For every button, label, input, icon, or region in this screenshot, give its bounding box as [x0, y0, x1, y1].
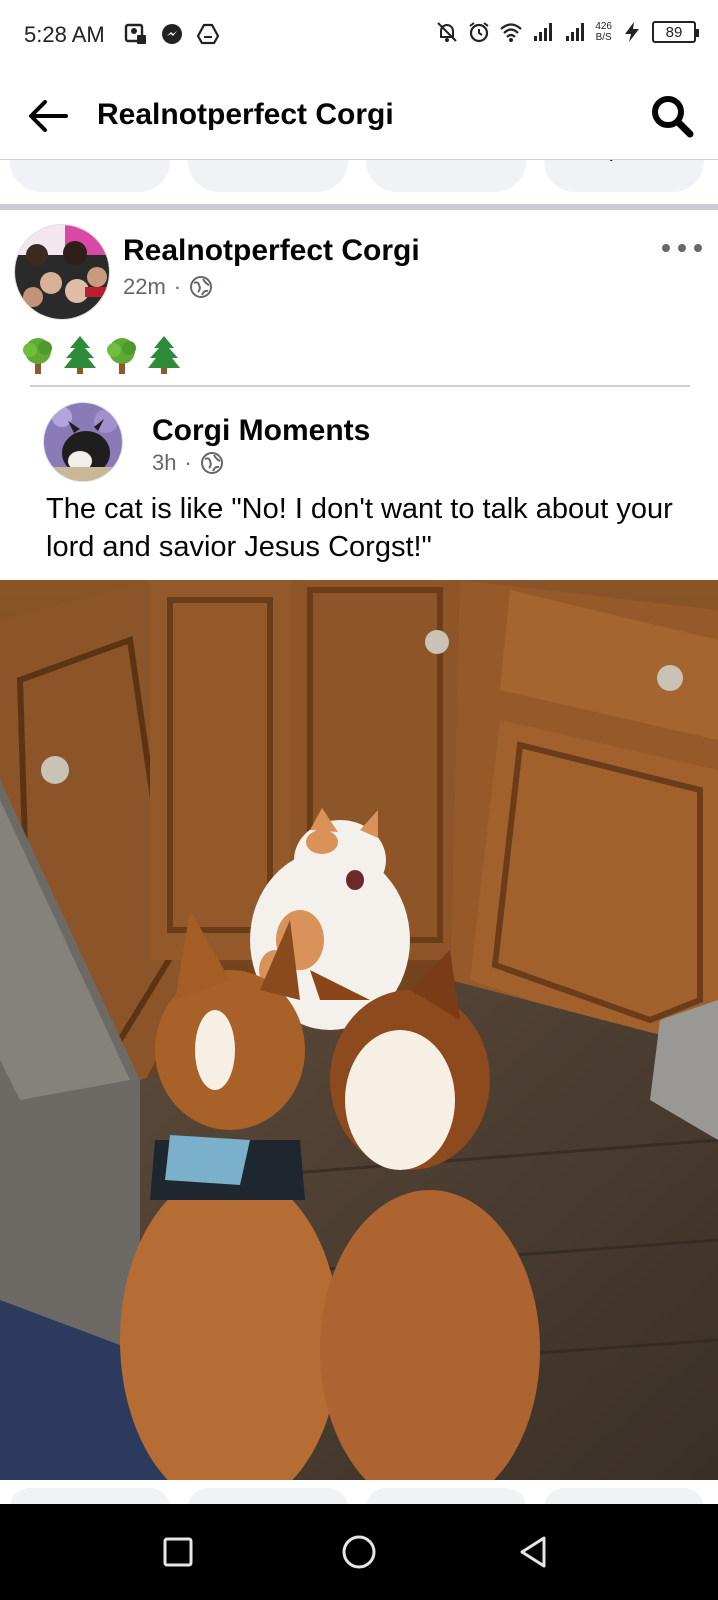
like-icon	[72, 160, 108, 168]
meta-separator: ·	[173, 274, 182, 299]
signal-icon	[534, 23, 553, 41]
battery-indicator: 89	[652, 21, 699, 43]
search-button[interactable]	[646, 90, 698, 142]
charging-icon	[625, 22, 639, 42]
deciduous-tree-emoji	[23, 338, 52, 374]
globe-icon	[190, 276, 213, 298]
group-photo-avatar-image	[15, 225, 109, 319]
feed-divider	[0, 204, 718, 210]
back-triangle-icon	[520, 1536, 546, 1568]
post-author-name[interactable]: Realnotperfect Corgi	[123, 234, 420, 268]
comment-button[interactable]	[188, 160, 348, 192]
signal-icon	[566, 23, 585, 41]
page-header: Realnotperfect Corgi	[0, 72, 718, 160]
system-nav-bar	[0, 1504, 718, 1600]
meta-separator: ·	[184, 450, 192, 475]
shared-author-avatar[interactable]	[43, 402, 123, 482]
battery-level: 89	[665, 23, 683, 41]
wifi-icon	[500, 23, 523, 42]
mute-icon	[437, 22, 458, 42]
status-bar: 5:28 AM 426 B/S 89	[0, 0, 718, 72]
nav-back-button[interactable]	[510, 1528, 558, 1576]
more-dot	[678, 244, 686, 252]
post-photo[interactable]	[0, 580, 718, 1480]
shared-post-text: The cat is like "No! I don't want to tal…	[46, 493, 673, 563]
evergreen-tree-emoji	[64, 336, 96, 374]
post-more-button[interactable]	[662, 238, 702, 258]
shared-timestamp[interactable]: 3h	[152, 450, 176, 476]
previous-post-actions	[0, 160, 718, 204]
recents-square-icon	[163, 1537, 193, 1567]
corgi-avatar-image	[44, 403, 122, 481]
messenger-icon	[428, 160, 464, 168]
next-action-row	[0, 1480, 718, 1528]
post-emoji-text	[20, 336, 182, 374]
home-button[interactable]	[335, 1528, 383, 1576]
share-icon	[608, 160, 614, 162]
page-title: Realnotperfect Corgi	[97, 98, 394, 131]
shared-author-name[interactable]: Corgi Moments	[152, 414, 370, 448]
post-author-avatar[interactable]	[14, 224, 110, 320]
contact-card-icon	[124, 23, 146, 44]
status-time: 5:28 AM	[24, 22, 105, 47]
arrow-left-icon	[29, 100, 68, 132]
alarm-icon	[469, 22, 489, 43]
shared-post-meta: 3h ·	[152, 450, 224, 476]
post-meta: 22m ·	[123, 274, 213, 300]
message-button[interactable]	[366, 160, 526, 192]
search-icon	[652, 96, 694, 138]
globe-icon	[200, 452, 223, 474]
net-speed-unit: B/S	[595, 32, 612, 43]
deciduous-tree-emoji	[107, 338, 136, 374]
more-dot	[662, 244, 670, 252]
messenger-icon	[162, 24, 182, 44]
evergreen-tree-emoji	[148, 336, 180, 374]
drive-icon	[196, 23, 220, 45]
status-system-icons: 426 B/S 89	[435, 20, 699, 44]
status-notification-icons	[124, 22, 220, 46]
cat-and-corgis-photo-image	[0, 580, 718, 1480]
like-button[interactable]	[10, 160, 170, 192]
share-button[interactable]	[544, 160, 704, 192]
back-button[interactable]	[24, 92, 72, 140]
shared-post-divider	[30, 385, 690, 387]
more-dot	[694, 244, 702, 252]
post-timestamp[interactable]: 22m	[123, 274, 166, 300]
comment-icon	[250, 160, 286, 168]
net-speed-value: 426	[595, 21, 612, 32]
net-speed: 426 B/S	[595, 21, 612, 43]
home-circle-icon	[342, 1535, 376, 1569]
recents-button[interactable]	[154, 1528, 202, 1576]
